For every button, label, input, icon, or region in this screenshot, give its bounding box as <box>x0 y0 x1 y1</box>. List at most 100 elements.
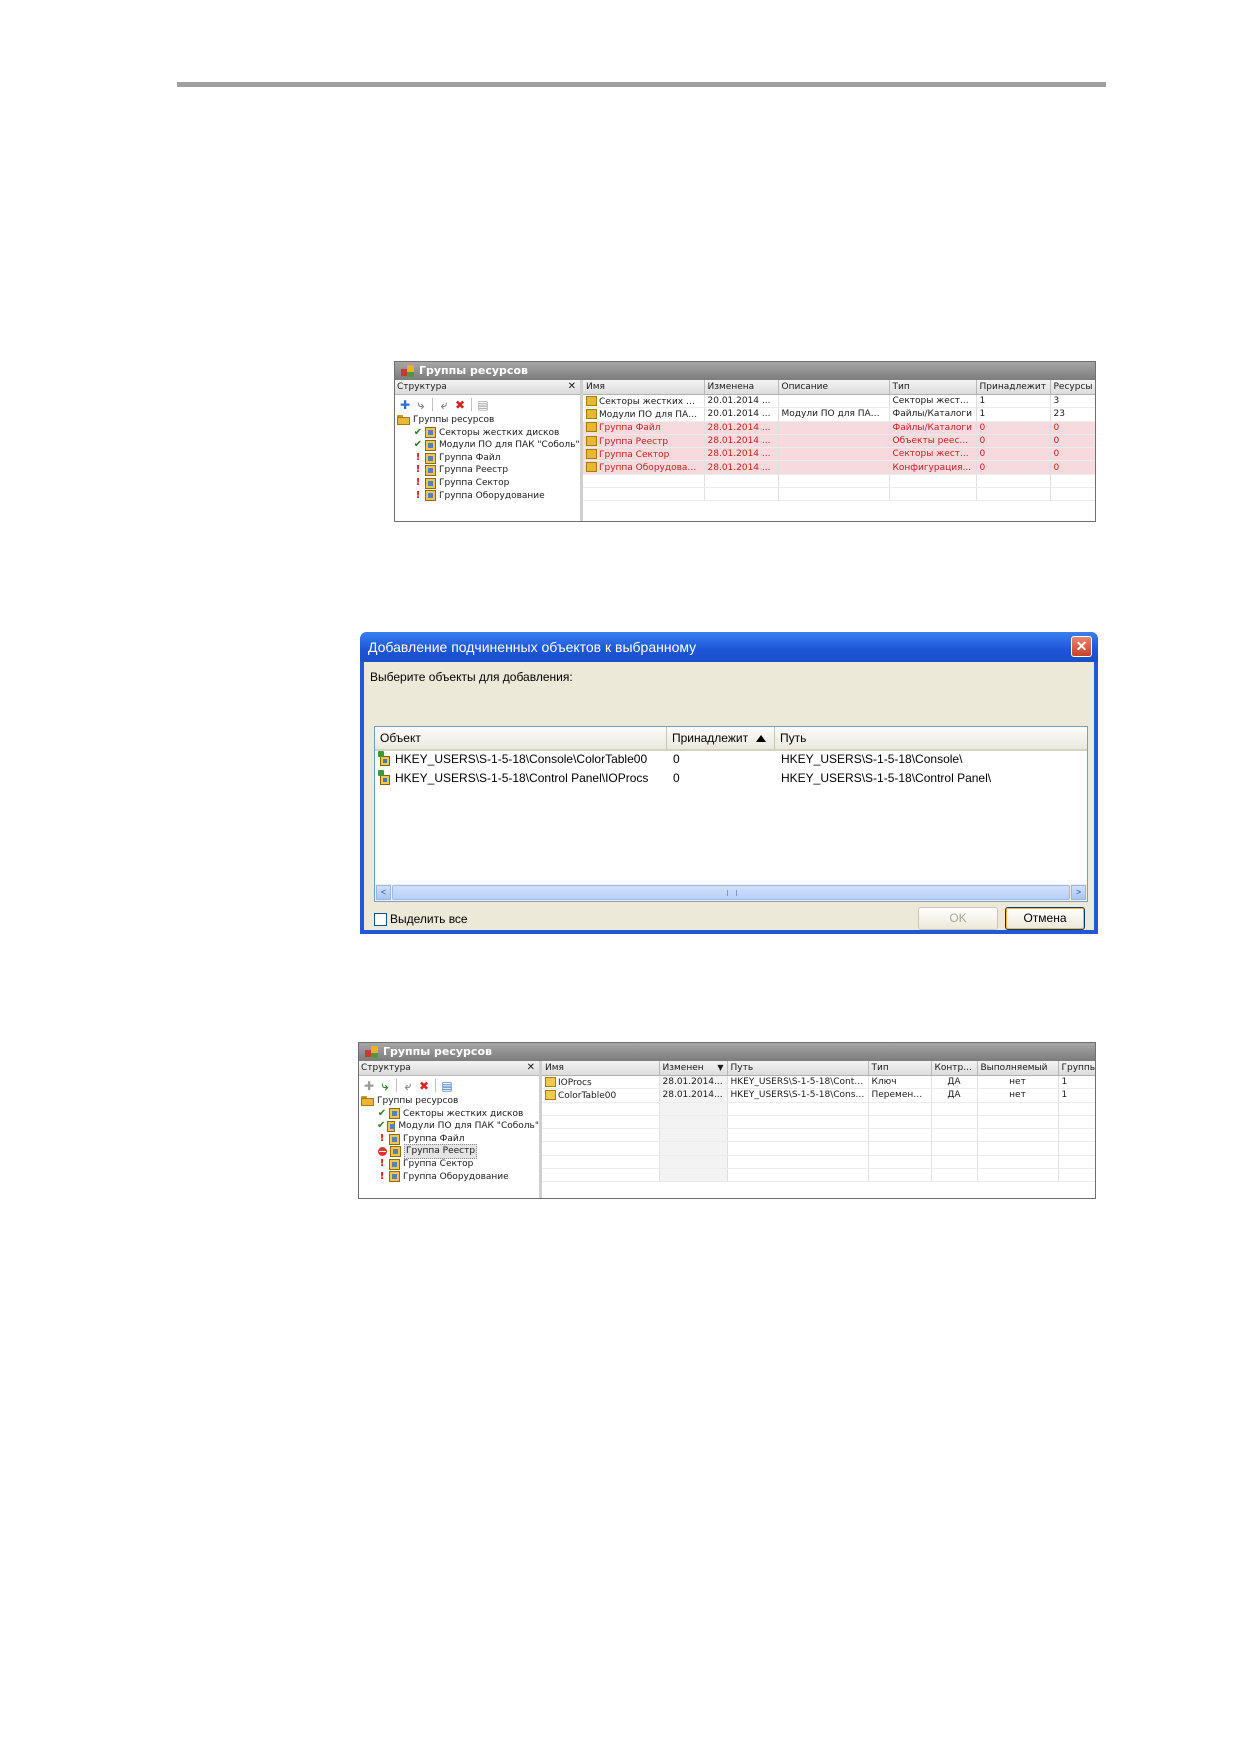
cell-text: 0 <box>1053 449 1060 460</box>
table-row[interactable]: Группа Сектор 28.01.2014 ... Секторы жест.… <box>583 447 1095 462</box>
cell-text: 0 <box>979 462 986 473</box>
remove-child-icon[interactable]: ⤶ <box>401 1079 415 1093</box>
column-header[interactable]: Тип <box>868 1061 932 1076</box>
column-header[interactable]: Имя <box>542 1061 660 1076</box>
table-cell <box>659 1115 728 1130</box>
tree-item[interactable]: ! Группа Оборудование <box>397 490 580 503</box>
cell-text: нет <box>1009 1090 1026 1101</box>
tree-item[interactable]: ! Группа Файл <box>397 452 580 465</box>
column-header-owner[interactable]: Принадлежит <box>667 727 775 749</box>
table-cell <box>1050 487 1095 502</box>
table-cell: Переменная <box>868 1088 932 1103</box>
column-header[interactable]: Ресурсы <box>1050 380 1095 395</box>
table-cell <box>931 1128 978 1143</box>
properties-icon[interactable]: ▤ <box>440 1079 454 1093</box>
tree-item-root[interactable]: Группы ресурсов <box>361 1095 539 1108</box>
cell-text: Модули ПО для ПАК... <box>781 409 886 420</box>
ok-button[interactable]: OK <box>918 907 998 930</box>
tree-item[interactable]: ! Группа Сектор <box>397 477 580 490</box>
table-cell: ColorTable00 <box>542 1088 660 1103</box>
table-cell: 1 <box>1058 1088 1095 1103</box>
table-cell: 28.01.2014... <box>659 1088 728 1103</box>
cell-text: 0 <box>1053 462 1060 473</box>
table-cell <box>1058 1168 1095 1183</box>
cell-text: Группа Реестр <box>599 436 669 447</box>
cell-text: 1 <box>979 409 986 420</box>
table-cell: Конфигурация... <box>889 460 977 475</box>
table-cell <box>727 1102 869 1116</box>
table-cell <box>1058 1141 1095 1156</box>
table-cell <box>1050 474 1095 489</box>
tree-item[interactable]: ✔ Модули ПО для ПАК "Соболь" <box>361 1120 539 1133</box>
tree-item[interactable]: Группа Реестр <box>361 1144 539 1159</box>
column-header[interactable]: Контр... <box>931 1061 978 1076</box>
close-pane-icon[interactable]: ✕ <box>527 1061 535 1075</box>
cancel-button[interactable]: Отмена <box>1005 907 1085 930</box>
empty-row <box>542 1115 1095 1130</box>
column-header[interactable]: Группы <box>1058 1061 1095 1076</box>
tree-item-label: Группа Реестр <box>404 1144 478 1159</box>
column-header[interactable]: Выполняемый <box>977 1061 1059 1076</box>
delete-icon[interactable]: ✖ <box>417 1079 431 1093</box>
cell-text: ДА <box>947 1090 961 1101</box>
cell-text: 28.01.2014 ... <box>707 422 771 433</box>
table-cell: Файлы/Каталоги <box>889 407 977 422</box>
tree-item-label: Секторы жестких дисков <box>403 1108 524 1119</box>
table-cell: нет <box>977 1088 1059 1103</box>
scroll-left-icon[interactable]: < <box>376 885 391 900</box>
table-cell: Секторы жестких д... <box>583 394 705 409</box>
close-pane-icon[interactable]: ✕ <box>568 380 576 394</box>
remove-child-icon[interactable]: ⤶ <box>437 398 451 412</box>
properties-icon[interactable]: ▤ <box>476 398 490 412</box>
table-cell <box>727 1168 869 1183</box>
cell-text: 28.01.2014 ... <box>707 449 771 460</box>
empty-row <box>542 1128 1095 1143</box>
warning-icon: ! <box>415 476 421 488</box>
list-item[interactable]: HKEY_USERS\S-1-5-18\Control Panel\IOProc… <box>375 769 1087 788</box>
horizontal-scrollbar[interactable]: < > <box>375 884 1087 901</box>
list-item[interactable]: HKEY_USERS\S-1-5-18\Console\ColorTable00… <box>375 750 1087 769</box>
tree-item[interactable]: ✔ Секторы жестких дисков <box>397 427 580 440</box>
object-owner: 0 <box>673 752 680 766</box>
add-icon[interactable]: ✚ <box>362 1079 376 1093</box>
table-row[interactable]: IOProcs 28.01.2014... HKEY_USERS\S-1-5-18\… <box>542 1075 1095 1090</box>
column-header[interactable]: Описание <box>778 380 890 395</box>
add-subordinate-objects-dialog: Добавление подчиненных объектов к выбран… <box>360 632 1098 934</box>
column-header-label: Путь <box>730 1063 754 1073</box>
scrollbar-thumb[interactable] <box>392 885 1070 900</box>
delete-icon[interactable]: ✖ <box>453 398 467 412</box>
column-header[interactable]: Изменен ▼ <box>659 1061 728 1076</box>
column-header[interactable]: Тип <box>889 380 977 395</box>
tree-item[interactable]: ✔ Модули ПО для ПАК "Соболь" <box>397 439 580 452</box>
table-row[interactable]: Группа Файл 28.01.2014 ... Файлы/Каталоги 0… <box>583 421 1095 435</box>
table-row[interactable]: Группа Реестр 28.01.2014 ... Объекты реес.… <box>583 434 1095 449</box>
column-header[interactable]: Имя <box>583 380 705 395</box>
tree-item[interactable]: ✔ Секторы жестких дисков <box>361 1108 539 1121</box>
scroll-right-icon[interactable]: > <box>1071 885 1086 900</box>
tree-item-root[interactable]: Группы ресурсов <box>397 414 580 427</box>
cell-text: 0 <box>1053 436 1060 447</box>
tree-item[interactable]: ! Группа Оборудование <box>361 1171 539 1184</box>
column-header[interactable]: Изменена <box>704 380 779 395</box>
column-header-path[interactable]: Путь <box>775 727 1087 749</box>
cell-text: IOProcs <box>558 1077 592 1088</box>
add-child-icon[interactable]: ⤷ <box>378 1079 392 1093</box>
add-child-icon[interactable]: ⤷ <box>414 398 428 412</box>
tree-item[interactable]: ! Группа Сектор <box>361 1158 539 1171</box>
select-all-checkbox[interactable]: Выделить все <box>374 912 468 926</box>
tree-item[interactable]: ! Группа Реестр <box>397 464 580 477</box>
dialog-prompt: Выберите объекты для добавления: <box>370 670 573 684</box>
column-header[interactable]: Принадлежит <box>976 380 1051 395</box>
resource-groups-icon <box>401 365 414 377</box>
table-row[interactable]: Группа Оборудование 28.01.2014 ... Конфигу… <box>583 460 1095 475</box>
column-header-label: Тип <box>871 1063 889 1073</box>
add-icon[interactable]: ✚ <box>398 398 412 412</box>
close-icon[interactable]: ✕ <box>1071 636 1092 657</box>
table-row[interactable]: Секторы жестких д... 20.01.2014 ... Сектор… <box>583 394 1095 409</box>
column-header-object[interactable]: Объект <box>375 727 667 749</box>
table-cell: 0 <box>1050 421 1095 435</box>
checkbox-box[interactable] <box>374 912 387 926</box>
table-row[interactable]: Модули ПО для ПАК... 20.01.2014 ... Модули… <box>583 407 1095 422</box>
column-header[interactable]: Путь <box>727 1061 869 1076</box>
table-row[interactable]: ColorTable00 28.01.2014... HKEY_USERS\S-1-… <box>542 1088 1095 1103</box>
